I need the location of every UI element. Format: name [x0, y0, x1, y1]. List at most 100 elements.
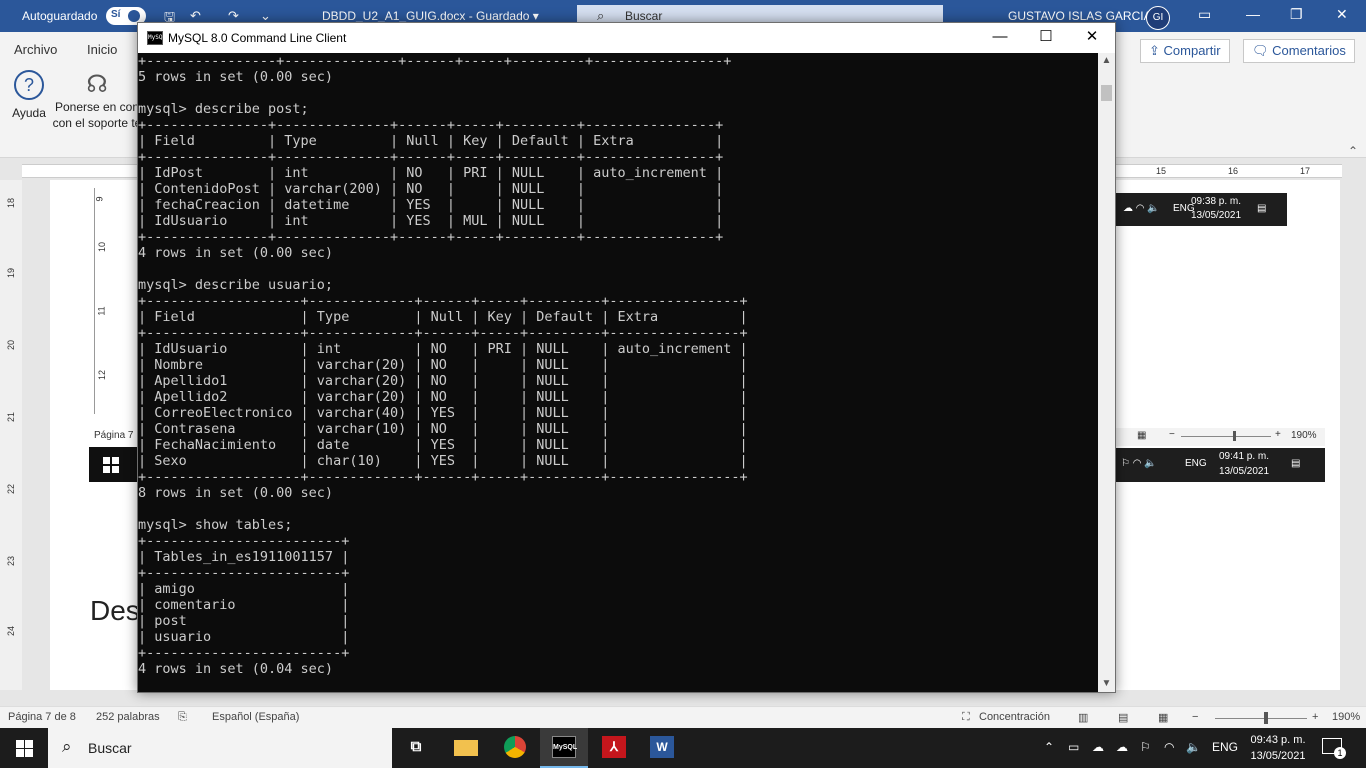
web-layout-icon[interactable]: ▦	[1158, 711, 1168, 724]
console-output[interactable]: +----------------+--------------+------+…	[138, 53, 1098, 692]
volume-icon[interactable]: 🔈	[1186, 740, 1201, 754]
support-label-1: Ponerse en con	[54, 100, 140, 114]
console-minimize-button[interactable]: —	[977, 23, 1023, 53]
zoom-level[interactable]: 190%	[1332, 711, 1360, 723]
tab-archivo[interactable]: Archivo	[14, 42, 57, 57]
ruler-mark: 11	[96, 306, 107, 316]
comments-button[interactable]: 🗨 Comentarios	[1243, 39, 1355, 63]
console-maximize-button[interactable]: ☐	[1023, 23, 1069, 53]
console-text: +----------------+--------------+------+…	[138, 53, 748, 677]
mysql-console-window[interactable]: MySQL MySQL 8.0 Command Line Client — ☐ …	[137, 22, 1116, 693]
print-layout-icon[interactable]: ▤	[1118, 711, 1128, 724]
ruler-mark: 22	[6, 483, 17, 495]
embedded-lang: ENG	[1185, 458, 1207, 469]
user-name[interactable]: GUSTAVO ISLAS GARCIA	[1008, 9, 1152, 23]
console-close-button[interactable]: ✕	[1069, 23, 1115, 53]
help-button[interactable]: ? Ayuda	[6, 70, 52, 120]
zoom-in-icon[interactable]: +	[1312, 711, 1318, 723]
acrobat-button[interactable]: ⅄	[590, 728, 638, 768]
mysql-taskbar-button[interactable]: MySQL	[540, 728, 588, 768]
focus-mode-label[interactable]: Concentración	[979, 711, 1050, 723]
focus-mode-icon[interactable]: ⛶	[962, 711, 970, 724]
ruler-mark: 9	[94, 196, 105, 202]
show-hidden-icons[interactable]: ⌃	[1044, 740, 1054, 754]
zoom-out-icon[interactable]: −	[1192, 711, 1198, 723]
word-search-placeholder: Buscar	[625, 9, 663, 23]
help-label: Ayuda	[12, 106, 46, 120]
battery-icon[interactable]: ▭	[1068, 740, 1079, 754]
meet-now-icon[interactable]: ⚐	[1140, 740, 1151, 754]
zoom-in-icon: +	[1275, 429, 1281, 440]
file-explorer-button[interactable]	[442, 728, 490, 768]
scroll-thumb[interactable]	[1101, 85, 1112, 101]
embedded-date: 13/05/2021	[1219, 466, 1270, 477]
search-icon: ⌕	[62, 737, 72, 756]
embedded-tray: ⚐ ◠ 🔈 ENG 09:41 p. m. 13/05/2021 ▤	[1115, 448, 1325, 482]
embedded-page-label: Página 7	[94, 430, 134, 441]
scroll-down-icon[interactable]: ▼	[1098, 676, 1115, 692]
collapse-ribbon-icon[interactable]: ⌃	[1348, 144, 1358, 158]
embedded-time: 09:38 p. m.	[1191, 196, 1242, 207]
start-button[interactable]	[0, 728, 48, 768]
embedded-zoom-level: 190%	[1291, 430, 1317, 441]
tray-icons: ⚐ ◠ 🔈	[1121, 458, 1157, 469]
console-scrollbar[interactable]: ▲ ▼	[1098, 53, 1115, 692]
tab-inicio[interactable]: Inicio	[87, 42, 117, 57]
ruler-mark: 21	[6, 411, 17, 423]
headset-icon: ☊	[86, 71, 108, 98]
notification-count: 1	[1334, 747, 1346, 759]
word-restore-icon[interactable]: ❐	[1290, 6, 1303, 23]
ruler-mark: 18	[6, 197, 17, 209]
scroll-up-icon[interactable]: ▲	[1098, 53, 1115, 69]
embedded-screenshot-ruler: 9 10 11 12	[94, 188, 138, 414]
onedrive-icon[interactable]: ☁	[1092, 740, 1104, 754]
autosave-label: Autoguardado	[22, 9, 98, 23]
ribbon-display-icon[interactable]: ▭	[1198, 6, 1211, 23]
notification-icon: ▤	[1257, 203, 1267, 214]
word-close-icon[interactable]: ✕	[1336, 6, 1348, 23]
layout-icon: ▦	[1137, 430, 1147, 441]
page-count[interactable]: Página 7 de 8	[8, 711, 76, 723]
document-title[interactable]: DBDD_U2_A1_GUIG.docx - Guardado ▾	[322, 9, 539, 23]
ruler-mark: 23	[6, 555, 17, 567]
action-center-icon[interactable]: 1	[1322, 738, 1346, 759]
share-label: Compartir	[1163, 43, 1221, 58]
word-taskbar-button[interactable]: W	[638, 728, 686, 768]
support-label-2: con el soporte té	[52, 116, 142, 130]
ruler-mark: 16	[1228, 166, 1239, 176]
taskbar-search-placeholder: Buscar	[88, 740, 132, 756]
contact-support-button[interactable]: ☊ Ponerse en con con el soporte té	[52, 70, 142, 131]
language[interactable]: Español (España)	[212, 711, 299, 723]
wifi-icon[interactable]: ◠	[1164, 740, 1174, 754]
toggle-knob	[128, 10, 140, 22]
embedded-page-fragment	[1115, 226, 1310, 412]
chrome-button[interactable]	[491, 728, 539, 768]
embedded-time: 09:41 p. m.	[1219, 451, 1270, 462]
taskbar-clock[interactable]: 09:43 p. m. 13/05/2021	[1248, 732, 1308, 764]
ruler-mark: 19	[6, 267, 17, 279]
ruler-mark: 20	[6, 339, 17, 351]
ruler-mark: 10	[97, 241, 108, 253]
word-icon: W	[650, 736, 674, 758]
zoom-slider-thumb[interactable]	[1264, 712, 1268, 724]
task-view-button[interactable]: ⧉	[392, 728, 440, 768]
console-title: MySQL 8.0 Command Line Client	[168, 31, 347, 45]
folder-icon	[454, 740, 478, 756]
word-count[interactable]: 252 palabras	[96, 711, 160, 723]
comments-label: Comentarios	[1272, 43, 1346, 58]
taskbar-search-box[interactable]: ⌕ Buscar	[48, 728, 392, 768]
windows-logo-icon	[103, 457, 119, 473]
embedded-zoom-bar: ▦ − + 190%	[1115, 428, 1325, 446]
zoom-slider-track[interactable]	[1215, 718, 1307, 719]
mysql-app-icon[interactable]: MySQL	[147, 31, 166, 45]
document-text[interactable]: Des	[90, 595, 140, 627]
console-titlebar[interactable]: MySQL MySQL 8.0 Command Line Client — ☐ …	[138, 23, 1115, 53]
read-mode-icon[interactable]: ▥	[1078, 711, 1088, 724]
avatar[interactable]: GI	[1146, 6, 1170, 30]
cloud-icon[interactable]: ☁	[1116, 740, 1128, 754]
share-button[interactable]: ⇪ Compartir	[1140, 39, 1230, 63]
proofing-icon[interactable]: ⎘	[178, 711, 187, 724]
word-minimize-icon[interactable]: —	[1246, 6, 1260, 22]
input-language[interactable]: ENG	[1212, 740, 1238, 754]
embedded-date: 13/05/2021	[1191, 210, 1242, 221]
